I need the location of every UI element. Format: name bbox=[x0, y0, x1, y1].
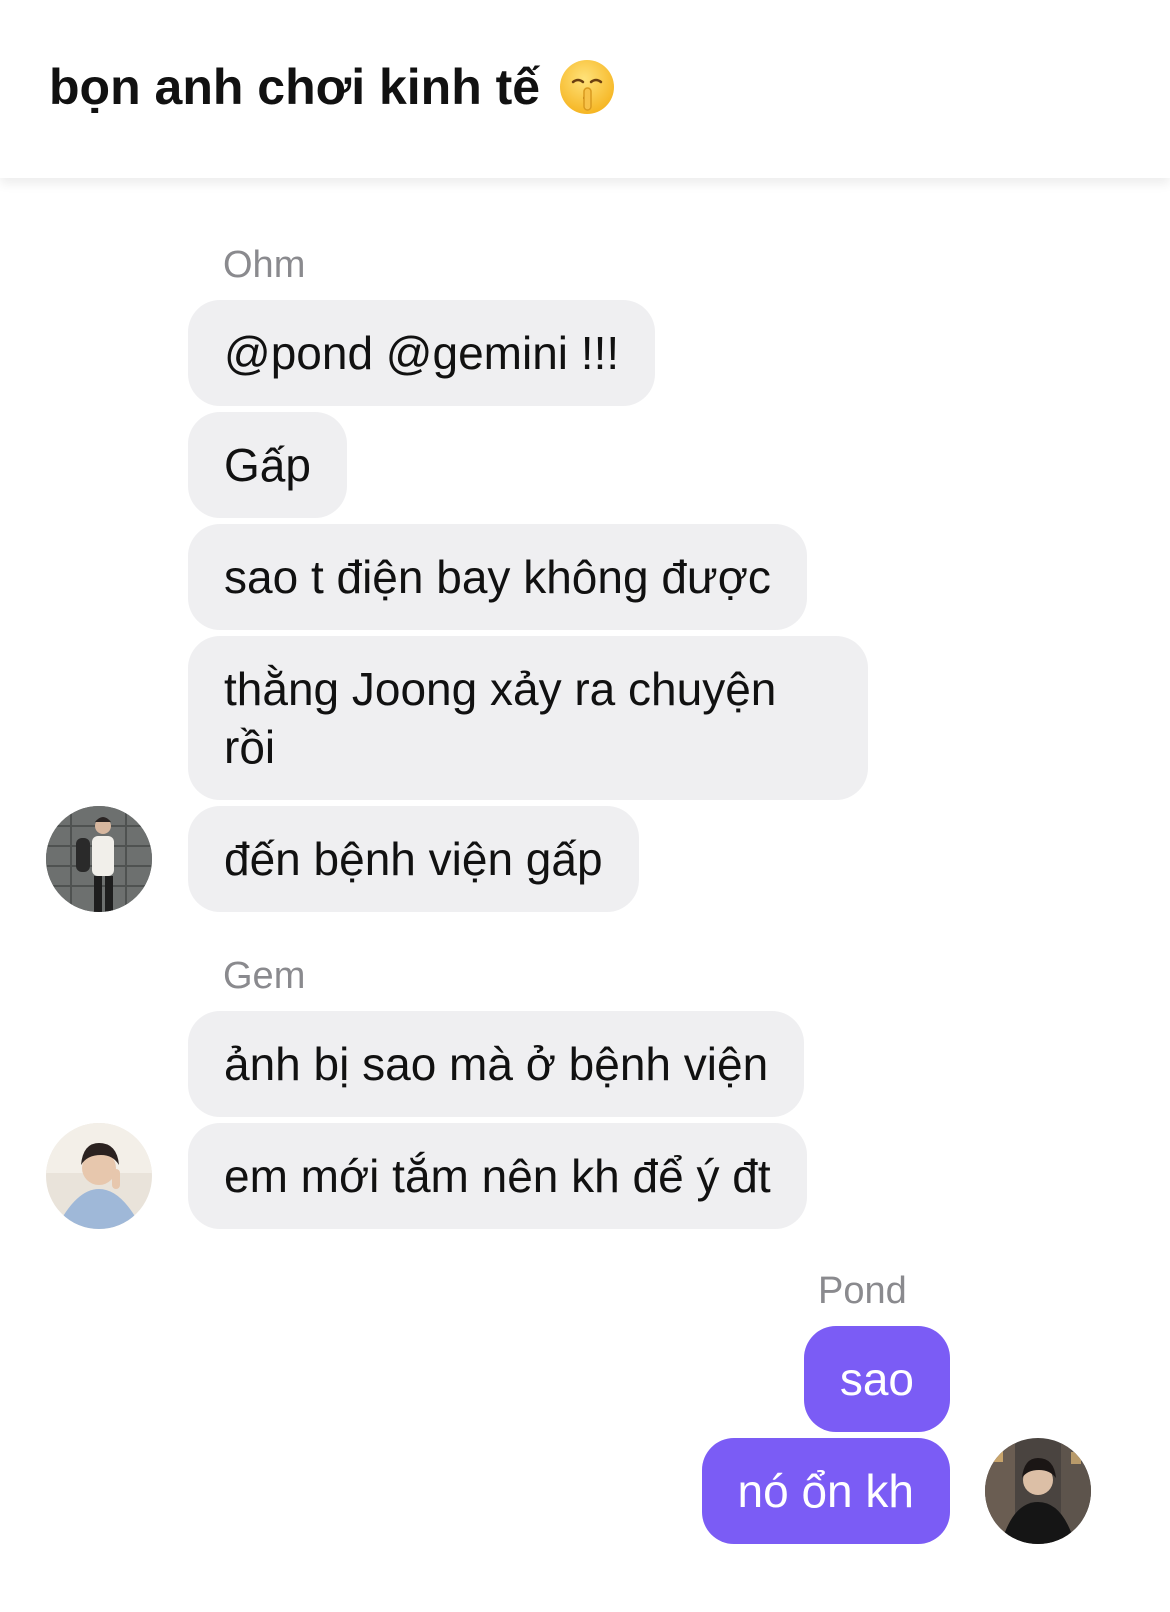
my-message-bubble[interactable]: sao bbox=[803, 1326, 950, 1432]
message-bubble[interactable]: ảnh bị sao mà ở bệnh viện bbox=[188, 1011, 805, 1117]
message-text: sao t điện bay không được bbox=[224, 551, 771, 603]
shushing-face-icon bbox=[558, 58, 616, 116]
message-text: nó ổn kh bbox=[737, 1465, 914, 1517]
message-bubble[interactable]: Gấp bbox=[188, 412, 347, 518]
sender-name: Gem bbox=[223, 955, 306, 997]
message-list[interactable]: Ohm @pond @gemini !!! Gấp sao t điện bay… bbox=[0, 178, 1170, 1612]
message-bubble[interactable]: sao t điện bay không được bbox=[188, 524, 807, 630]
message-text: sao bbox=[839, 1353, 914, 1405]
chat-title: bọn anh chơi kinh tế bbox=[49, 59, 541, 115]
my-message-bubble[interactable]: nó ổn kh bbox=[701, 1438, 950, 1544]
message-text: thằng Joong xảy ra chuyện rồi bbox=[224, 663, 777, 773]
message-text: ảnh bị sao mà ở bệnh viện bbox=[224, 1038, 769, 1090]
message-text: Gấp bbox=[224, 439, 311, 491]
message-bubble[interactable]: đến bệnh viện gấp bbox=[188, 806, 639, 912]
message-text: em mới tắm nên kh để ý đt bbox=[224, 1150, 771, 1202]
sender-name: Pond bbox=[818, 1270, 907, 1312]
message-bubble[interactable]: thằng Joong xảy ra chuyện rồi bbox=[188, 636, 868, 800]
message-bubble[interactable]: em mới tắm nên kh để ý đt bbox=[188, 1123, 807, 1229]
sender-name: Ohm bbox=[223, 244, 306, 286]
message-text: @pond @gemini !!! bbox=[224, 327, 620, 379]
avatar[interactable] bbox=[46, 1123, 152, 1229]
chat-title-row[interactable]: bọn anh chơi kinh tế bbox=[49, 58, 616, 116]
avatar[interactable] bbox=[46, 806, 152, 912]
message-bubble[interactable]: @pond @gemini !!! bbox=[188, 300, 656, 406]
avatar[interactable] bbox=[985, 1438, 1091, 1544]
chat-header: bọn anh chơi kinh tế bbox=[0, 0, 1170, 178]
message-text: đến bệnh viện gấp bbox=[224, 833, 603, 885]
